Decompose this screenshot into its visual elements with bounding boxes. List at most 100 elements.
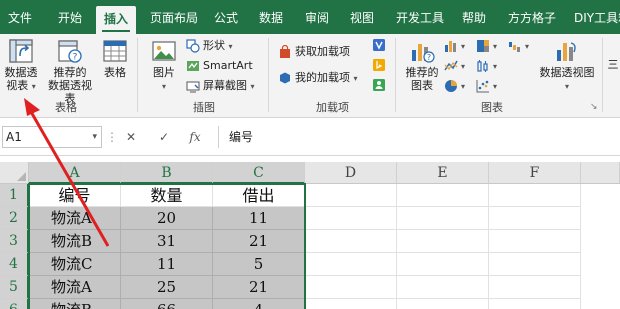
enter-icon[interactable]: ✓ xyxy=(155,126,173,148)
cell-c1[interactable]: 借出 xyxy=(213,184,305,207)
pivot-table-label-line1: 数据透 xyxy=(4,66,38,79)
tab-diy-toolbox[interactable]: DIY工具箱 xyxy=(574,0,620,34)
cell-b5[interactable]: 25 xyxy=(121,276,213,299)
select-all-button[interactable] xyxy=(0,162,29,184)
cell-a6[interactable]: 物流B xyxy=(29,299,121,309)
column-chart-button[interactable]: ▾ xyxy=(444,37,465,55)
cell-b2[interactable]: 20 xyxy=(121,207,213,230)
ribbon-separator xyxy=(137,38,138,112)
column-header-e[interactable]: E xyxy=(397,162,489,184)
cell-a5[interactable]: 物流A xyxy=(29,276,121,299)
cell-a4[interactable]: 物流C xyxy=(29,253,121,276)
cell-e4[interactable] xyxy=(397,253,489,276)
recommended-charts-label-line2: 图表 xyxy=(411,79,433,92)
cell-d2[interactable] xyxy=(305,207,397,230)
waterfall-chart-button[interactable]: ▾ xyxy=(508,37,529,55)
cell-e5[interactable] xyxy=(397,276,489,299)
cell-f6[interactable] xyxy=(489,299,581,309)
pie-chart-button[interactable]: ▾ xyxy=(444,77,465,95)
row-header-6[interactable]: 6 xyxy=(0,299,29,309)
pivot-table-button[interactable]: 数据透 视表 ▾ xyxy=(2,38,40,93)
recommended-pivot-table-button[interactable]: ? 推荐的 数据透视表 xyxy=(46,38,94,105)
cell-f5[interactable] xyxy=(489,276,581,299)
cell-c5[interactable]: 21 xyxy=(213,276,305,299)
tab-review[interactable]: 审阅 xyxy=(305,0,329,34)
cell-b3[interactable]: 31 xyxy=(121,230,213,253)
scatter-chart-button[interactable]: ▾ xyxy=(476,77,497,95)
smartart-button[interactable]: SmartArt xyxy=(186,57,253,75)
cell-c2[interactable]: 11 xyxy=(213,207,305,230)
chevron-down-icon[interactable]: ▾ xyxy=(92,127,97,147)
tab-insert[interactable]: 插入 xyxy=(96,6,137,34)
tab-help[interactable]: 帮助 xyxy=(462,0,486,34)
cell-f2[interactable] xyxy=(489,207,581,230)
cell-a2[interactable]: 物流A xyxy=(29,207,121,230)
illustrations-group-label: 插图 xyxy=(193,101,215,114)
table-label: 表格 xyxy=(104,66,126,79)
cell-b6[interactable]: 66 xyxy=(121,299,213,309)
cell-d5[interactable] xyxy=(305,276,397,299)
cell-b4[interactable]: 11 xyxy=(121,253,213,276)
visio-addin-button[interactable] xyxy=(372,36,389,54)
cell-e6[interactable] xyxy=(397,299,489,309)
chevron-down-icon: ▾ xyxy=(564,82,569,91)
row-header-4[interactable]: 4 xyxy=(0,253,29,276)
cell-c4[interactable]: 5 xyxy=(213,253,305,276)
formula-bar-resize-handle[interactable]: ⋮ xyxy=(106,126,118,148)
chevron-down-icon: ▾ xyxy=(493,42,498,51)
row-header-5[interactable]: 5 xyxy=(0,276,29,299)
statistic-chart-button[interactable]: ▾ xyxy=(476,57,497,75)
cell-d3[interactable] xyxy=(305,230,397,253)
dialog-launcher-icon[interactable]: ↘ xyxy=(590,102,598,112)
column-header-c[interactable]: C xyxy=(213,162,305,184)
pivot-chart-button[interactable]: 数据透视图 ▾ xyxy=(536,38,598,93)
column-header-g[interactable] xyxy=(581,162,620,184)
column-header-b[interactable]: B xyxy=(121,162,213,184)
hierarchy-chart-button[interactable]: ▾ xyxy=(476,37,497,55)
cell-f3[interactable] xyxy=(489,230,581,253)
cell-a3[interactable]: 物流B xyxy=(29,230,121,253)
row-header-1[interactable]: 1 xyxy=(0,184,29,207)
tab-page-layout[interactable]: 页面布局 xyxy=(150,0,198,34)
shapes-button[interactable]: 形状 ▾ xyxy=(186,37,233,55)
table-button[interactable]: 表格 xyxy=(100,38,130,79)
tab-view[interactable]: 视图 xyxy=(350,0,374,34)
cell-e2[interactable] xyxy=(397,207,489,230)
people-graph-button[interactable] xyxy=(372,76,389,94)
cell-a1[interactable]: 编号 xyxy=(29,184,121,207)
screenshot-button[interactable]: 屏幕截图 ▾ xyxy=(186,77,255,95)
formula-input[interactable]: 编号 xyxy=(218,126,620,148)
tab-developer[interactable]: 开发工具 xyxy=(396,0,444,34)
column-header-d[interactable]: D xyxy=(305,162,397,184)
insert-function-button[interactable]: fx xyxy=(186,126,204,148)
screenshot-label: 屏幕截图 xyxy=(203,79,247,92)
cell-f1[interactable] xyxy=(489,184,581,207)
cell-c3[interactable]: 21 xyxy=(213,230,305,253)
cell-e3[interactable] xyxy=(397,230,489,253)
cell-d6[interactable] xyxy=(305,299,397,309)
tab-data[interactable]: 数据 xyxy=(259,0,283,34)
tab-formulas[interactable]: 公式 xyxy=(214,0,238,34)
bing-maps-button[interactable] xyxy=(372,56,389,74)
column-header-a[interactable]: A xyxy=(29,162,121,184)
column-header-f[interactable]: F xyxy=(489,162,581,184)
cell-f4[interactable] xyxy=(489,253,581,276)
row-header-2[interactable]: 2 xyxy=(0,207,29,230)
recommended-charts-button[interactable]: ? 推荐的 图表 xyxy=(402,38,442,92)
cell-e1[interactable] xyxy=(397,184,489,207)
line-chart-button[interactable]: ▾ xyxy=(444,57,465,75)
more-group-button[interactable]: 三 xyxy=(606,58,620,71)
cell-c6[interactable]: 4 xyxy=(213,299,305,309)
name-box[interactable]: A1 ▾ xyxy=(2,126,102,148)
my-addins-button[interactable]: 我的加载项 ▾ xyxy=(278,69,358,87)
cancel-icon[interactable]: ✕ xyxy=(122,126,140,148)
pictures-button[interactable]: 图片 ▾ xyxy=(146,38,182,93)
tab-home[interactable]: 开始 xyxy=(58,0,82,34)
cell-b1[interactable]: 数量 xyxy=(121,184,213,207)
tab-file[interactable]: 文件 xyxy=(8,0,32,34)
tab-fangfang-gezi[interactable]: 方方格子 xyxy=(508,0,556,34)
cell-d1[interactable] xyxy=(305,184,397,207)
row-header-3[interactable]: 3 xyxy=(0,230,29,253)
cell-d4[interactable] xyxy=(305,253,397,276)
get-addins-button[interactable]: 获取加载项 xyxy=(278,43,350,61)
